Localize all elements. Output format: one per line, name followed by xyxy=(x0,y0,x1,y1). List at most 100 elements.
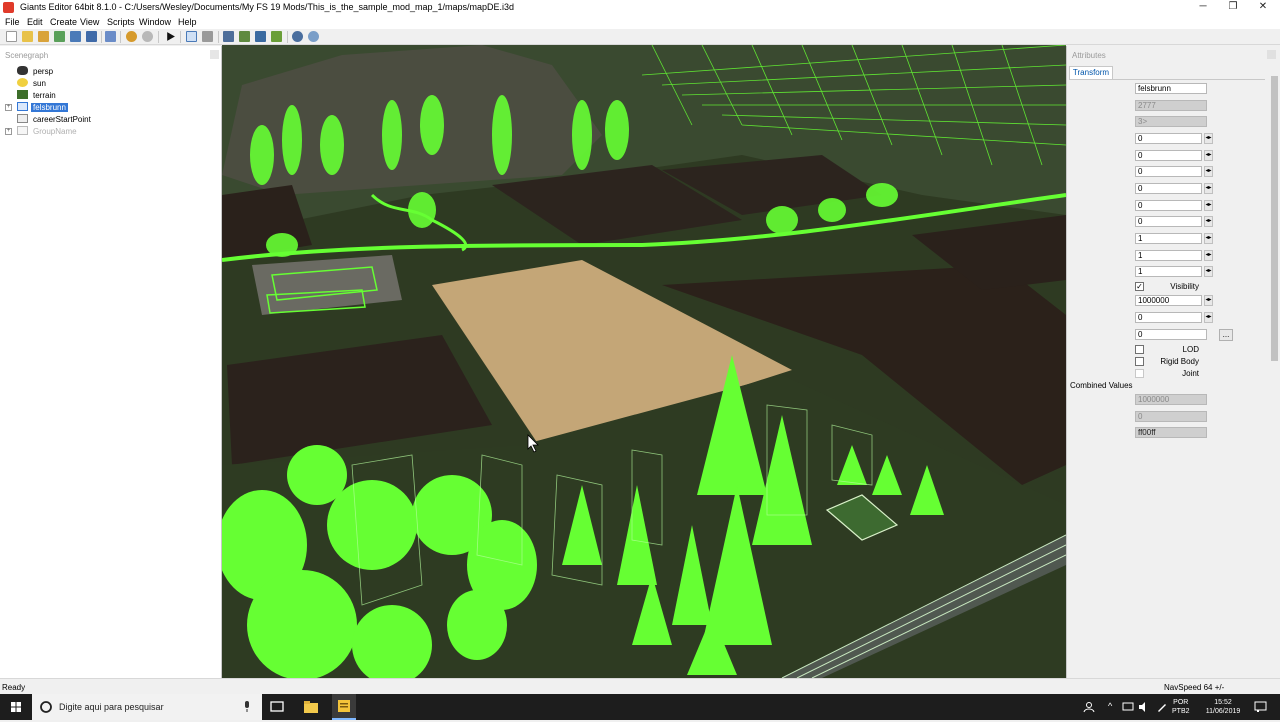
select-mode-icon[interactable] xyxy=(186,31,197,42)
translate-z-spinner-icon[interactable]: ◂▸ xyxy=(1204,166,1213,177)
terrain-sculpt-icon[interactable] xyxy=(223,31,234,42)
name-field[interactable]: felsbrunn xyxy=(1135,83,1207,94)
attr-row-scale-z: Scale Z 1 ◂▸ xyxy=(1067,266,1267,278)
scenegraph-node-groupname[interactable]: GroupName xyxy=(17,126,79,137)
active-app-tile[interactable] xyxy=(332,694,356,720)
minimize-button[interactable]: ─ xyxy=(1188,0,1218,15)
scale-z-field[interactable]: 1 xyxy=(1135,266,1202,277)
refresh-icon[interactable] xyxy=(54,31,65,42)
open-recent-icon[interactable] xyxy=(38,31,49,42)
rigid-body-checkbox[interactable] xyxy=(1135,357,1144,366)
min-clip-distance-field[interactable]: 0 xyxy=(1135,312,1202,323)
viewport-scene xyxy=(222,45,1066,678)
attr-row-index-path: Index Path 3> xyxy=(1067,116,1267,128)
3d-viewport[interactable] xyxy=(222,45,1066,678)
close-button[interactable]: ✕ xyxy=(1248,0,1278,15)
language-indicator[interactable]: POR PTB2 xyxy=(1172,698,1190,716)
scenegraph-panel: Scenegraph persp sun terrain + felsbrunn… xyxy=(0,46,222,678)
translate-y-field[interactable]: 0 xyxy=(1135,150,1202,161)
terrain-paint-icon[interactable] xyxy=(239,31,250,42)
scale-y-field[interactable]: 1 xyxy=(1135,250,1202,261)
windows-start-button[interactable] xyxy=(0,694,32,720)
restore-button[interactable]: ❐ xyxy=(1218,0,1248,15)
scale-x-field[interactable]: 1 xyxy=(1135,233,1202,244)
scrollbar-thumb[interactable] xyxy=(1271,76,1278,361)
toolbar-separator xyxy=(158,31,159,43)
texture-paint-icon[interactable] xyxy=(271,31,282,42)
scale-y-spinner-icon[interactable]: ◂▸ xyxy=(1204,250,1213,261)
clip-distance-spinner-icon[interactable]: ◂▸ xyxy=(1204,295,1213,306)
scenegraph-close-icon[interactable] xyxy=(210,50,219,59)
menu-file[interactable]: File xyxy=(5,17,20,27)
clip-distance-field[interactable]: 1000000 xyxy=(1135,295,1202,306)
lod-checkbox[interactable] xyxy=(1135,345,1144,354)
menu-edit[interactable]: Edit xyxy=(27,17,43,27)
people-icon[interactable] xyxy=(1083,701,1095,713)
rotate-z-spinner-icon[interactable]: ◂▸ xyxy=(1204,216,1213,227)
file-explorer-icon[interactable] xyxy=(303,700,319,714)
visibility-checkbox[interactable]: ✓ xyxy=(1135,282,1144,291)
save-as-icon[interactable] xyxy=(86,31,97,42)
menu-window[interactable]: Window xyxy=(139,17,171,27)
tools-icon[interactable] xyxy=(308,31,319,42)
rotate-y-field[interactable]: 0 xyxy=(1135,200,1202,211)
toolbar-separator xyxy=(287,31,288,43)
redo-icon[interactable] xyxy=(142,31,153,42)
scenegraph-node-felsbrunn[interactable]: felsbrunn xyxy=(17,102,68,113)
tab-divider xyxy=(1069,79,1265,80)
translate-y-spinner-icon[interactable]: ◂▸ xyxy=(1204,150,1213,161)
attributes-scrollbar[interactable] xyxy=(1269,64,1279,676)
attr-row-scale-y: Scale Y 1 ◂▸ xyxy=(1067,250,1267,262)
menu-create[interactable]: Create xyxy=(50,17,77,27)
attr-row-rigid-body: Rigid Body xyxy=(1067,356,1267,368)
rotate-y-spinner-icon[interactable]: ◂▸ xyxy=(1204,200,1213,211)
scale-x-spinner-icon[interactable]: ◂▸ xyxy=(1204,233,1213,244)
taskbar-search-box[interactable]: Digite aqui para pesquisar xyxy=(32,694,262,720)
cortana-circle-icon xyxy=(40,701,52,713)
pen-icon[interactable] xyxy=(1156,701,1168,713)
attr-row-translate-x: Translate X 0 ◂▸ xyxy=(1067,133,1267,145)
translate-x-spinner-icon[interactable]: ◂▸ xyxy=(1204,133,1213,144)
foliage-paint-icon[interactable] xyxy=(255,31,266,42)
show-hidden-icons-icon[interactable]: ^ xyxy=(1108,702,1112,711)
task-view-icon[interactable] xyxy=(270,700,284,714)
rotate-x-spinner-icon[interactable]: ◂▸ xyxy=(1204,183,1213,194)
rotate-z-field[interactable]: 0 xyxy=(1135,216,1202,227)
clock[interactable]: 15:52 11/06/2019 xyxy=(1198,698,1248,716)
menu-scripts[interactable]: Scripts xyxy=(107,17,135,27)
play-icon[interactable] xyxy=(167,32,175,41)
open-folder-icon[interactable] xyxy=(22,31,33,42)
network-icon[interactable] xyxy=(1122,702,1134,712)
undo-icon[interactable] xyxy=(126,31,137,42)
volume-icon[interactable] xyxy=(1138,702,1150,712)
scale-z-spinner-icon[interactable]: ◂▸ xyxy=(1204,266,1213,277)
scenegraph-node-sun[interactable]: sun xyxy=(17,78,48,89)
transform-group-icon xyxy=(17,102,28,111)
scenegraph-node-terrain[interactable]: terrain xyxy=(17,90,58,101)
toolbar xyxy=(0,29,1280,45)
expand-groupname-icon[interactable]: + xyxy=(5,128,12,135)
settings-gear-icon[interactable] xyxy=(292,31,303,42)
min-clip-distance-spinner-icon[interactable]: ◂▸ xyxy=(1204,312,1213,323)
save-icon[interactable] xyxy=(70,31,81,42)
id-field: 2777 xyxy=(1135,100,1207,111)
expand-felsbrunn-icon[interactable]: + xyxy=(5,104,12,111)
tab-transform[interactable]: Transform xyxy=(1069,66,1113,79)
object-mask-field[interactable]: 0 xyxy=(1135,329,1207,340)
attr-row-translate-y: Translate Y 0 ◂▸ xyxy=(1067,150,1267,162)
scenegraph-node-careerstartpoint[interactable]: careerStartPoint xyxy=(17,114,93,125)
menu-help[interactable]: Help xyxy=(178,17,197,27)
import-icon[interactable] xyxy=(105,31,116,42)
snap-icon[interactable] xyxy=(202,31,213,42)
new-file-icon[interactable] xyxy=(6,31,17,42)
scenegraph-node-persp[interactable]: persp xyxy=(17,66,55,77)
attributes-close-icon[interactable] xyxy=(1267,50,1276,59)
translate-x-field[interactable]: 0 xyxy=(1135,133,1202,144)
action-center-icon[interactable] xyxy=(1254,701,1267,713)
menu-view[interactable]: View xyxy=(80,17,99,27)
attr-row-rotate-z: Rotate Z 0 ◂▸ xyxy=(1067,216,1267,228)
windows-logo-icon xyxy=(11,702,21,712)
rotate-x-field[interactable]: 0 xyxy=(1135,183,1202,194)
translate-z-field[interactable]: 0 xyxy=(1135,166,1202,177)
object-mask-browse-button[interactable]: ... xyxy=(1219,329,1233,341)
